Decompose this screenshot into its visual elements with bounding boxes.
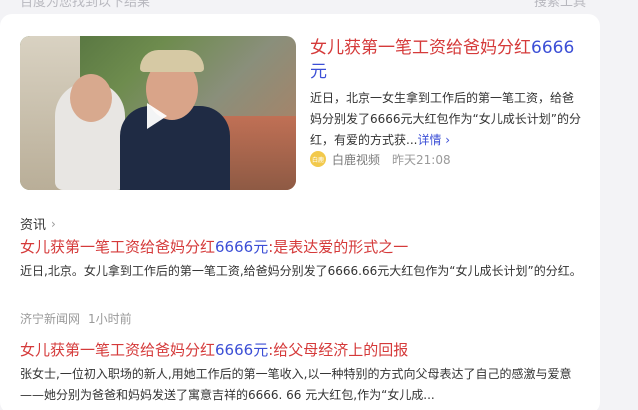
thumbnail-woman-face [70,74,112,122]
news-title-suffix: :是表达爱的形式之一 [268,238,409,256]
news-title-number: 6666元 [215,238,269,256]
news-title-text: 女儿获第一笔工资给爸妈分红 [20,341,216,359]
results-card: 女儿获第一笔工资给爸妈分红6666元 近日，北京一女生拿到工作后的第一笔工资，给… [0,14,600,410]
featured-title-text: 女儿获第一笔工资给爸妈分红 [310,38,531,58]
news-title-2[interactable]: 女儿获第一笔工资给爸妈分红6666元:给父母经济上的回报 [20,339,590,361]
news-source-1: 济宁新闻网 1小时前 [20,310,132,327]
search-tools-link[interactable]: 搜索工具 [534,0,586,10]
result-count-text: 百度为您找到以下结果 [20,0,151,10]
featured-result-snippet: 近日，北京一女生拿到工作后的第一笔工资，给爸妈分别发了6666元大红包作为“女儿… [310,88,585,151]
news-section-label: 资讯 [20,218,47,233]
news-time: 1小时前 [88,312,132,326]
thumbnail-hat [140,50,204,72]
news-source-name[interactable]: 济宁新闻网 [20,310,80,327]
video-thumbnail[interactable] [20,36,296,190]
play-icon[interactable] [147,103,167,129]
top-strip: 百度为您找到以下结果 搜索工具 [0,0,638,12]
news-title-1[interactable]: 女儿获第一笔工资给爸妈分红6666元:是表达爱的形式之一 [20,236,590,258]
featured-result-title[interactable]: 女儿获第一笔工资给爸妈分红6666元 [310,36,585,84]
details-link[interactable]: 详情 › [417,133,450,147]
featured-source-name[interactable]: 白鹿视频 [332,151,380,168]
news-title-number: 6666元 [215,341,269,359]
chevron-right-icon: › [51,216,56,231]
news-snippet-2: 张女士,一位初入职场的新人,用她工作后的第一笔收入,以一种特别的方式向父母表达了… [20,367,572,402]
featured-time: 昨天21:08 [392,152,451,167]
news-title-text: 女儿获第一笔工资给爸妈分红 [20,238,216,256]
news-snippet-1: 近日,北京。女儿拿到工作后的第一笔工资,给爸妈分别发了6666.66元大红包作为… [20,264,582,278]
source-logo-icon: 白鹿 [310,151,326,167]
news-section-header[interactable]: 资讯 › [20,214,56,234]
news-title-suffix: :给父母经济上的回报 [268,341,409,359]
featured-source: 白鹿 白鹿视频 昨天21:08 [310,151,451,167]
